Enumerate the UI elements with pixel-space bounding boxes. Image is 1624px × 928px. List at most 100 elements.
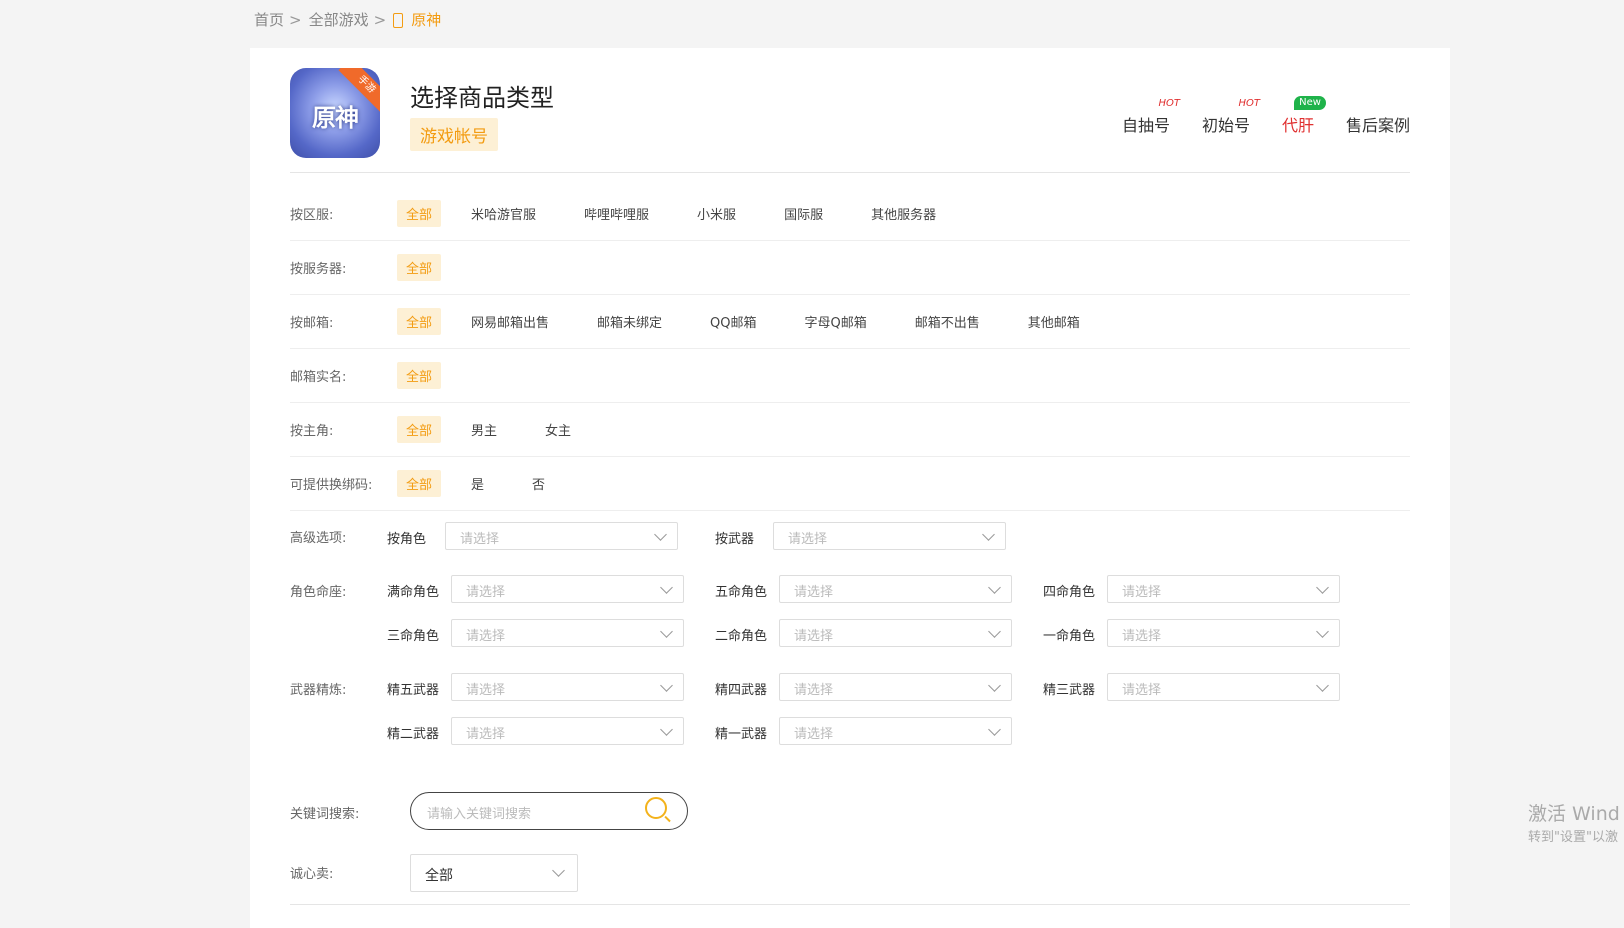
watermark-line2: 转到"设置"以激: [1528, 830, 1618, 845]
constellation-select-c4[interactable]: 请选择: [1107, 575, 1340, 603]
hot-badge: HOT: [1158, 98, 1180, 109]
tab-initial[interactable]: 初始号 HOT: [1201, 98, 1260, 136]
refine-select-r2[interactable]: 请选择: [451, 717, 684, 745]
filter-option[interactable]: 全部: [397, 199, 442, 227]
category-tabs: 自抽号 HOT 初始号 HOT 代肝 New 售后案例: [1121, 96, 1410, 136]
constellation-select-c1[interactable]: 请选择: [1107, 619, 1340, 647]
filter-option[interactable]: 国际服: [784, 204, 823, 223]
select-label: 精五武器: [387, 683, 440, 698]
tab-self-draw[interactable]: 自抽号 HOT: [1121, 98, 1180, 136]
filter-option[interactable]: 是: [471, 474, 484, 493]
filter-option[interactable]: 字母Q邮箱: [805, 312, 867, 331]
constellation-select-c3[interactable]: 请选择: [451, 619, 684, 647]
select-placeholder: 请选择: [1122, 629, 1162, 644]
sincere-sell-select[interactable]: 全部: [410, 854, 578, 892]
chevron-down-icon: [982, 528, 995, 541]
filter-row-rebind-code: 可提供换绑码: 全部 是 否: [290, 456, 1410, 511]
filter-option[interactable]: 女主: [545, 420, 571, 439]
select-label: 满命角色: [387, 585, 440, 600]
search-icon[interactable]: [645, 797, 667, 819]
main-panel: 手游 原神 选择商品类型 游戏帐号 自抽号 HOT 初始号 HOT 代肝 New 售后…: [250, 48, 1450, 928]
chevron-down-icon: [660, 581, 673, 594]
filter-label: 邮箱实名:: [290, 369, 347, 385]
filter-option[interactable]: 其他服务器: [871, 204, 936, 223]
filter-option[interactable]: 全部: [397, 307, 442, 335]
weapon-select-label: 按武器: [715, 532, 755, 547]
select-label: 精二武器: [387, 727, 440, 742]
filter-option[interactable]: 邮箱不出售: [915, 312, 980, 331]
refine-label: 武器精炼:: [290, 683, 347, 698]
chevron-down-icon: [654, 528, 667, 541]
filter-option[interactable]: 否: [532, 474, 545, 493]
page-title: 选择商品类型: [410, 84, 554, 112]
filter-option[interactable]: 哔哩哔哩服: [584, 204, 649, 223]
filter-option[interactable]: 网易邮箱出售: [471, 312, 549, 331]
filter-option[interactable]: 男主: [471, 420, 497, 439]
refine-select-r1[interactable]: 请选择: [779, 717, 1012, 745]
chevron-down-icon: [1316, 679, 1329, 692]
tab-label: 售后案例: [1345, 116, 1410, 135]
chevron-down-icon: [552, 864, 565, 877]
windows-activation-watermark: 激活 Wind 转到"设置"以激: [1528, 802, 1620, 850]
filter-option[interactable]: 米哈游官服: [471, 204, 536, 223]
constellation-select-c6[interactable]: 请选择: [451, 575, 684, 603]
tab-after-sales[interactable]: 售后案例: [1346, 112, 1410, 136]
select-label: 四命角色: [1043, 585, 1096, 600]
filter-label: 按区服:: [290, 207, 334, 223]
chevron-down-icon: [1316, 581, 1329, 594]
filter-option[interactable]: 全部: [397, 415, 442, 443]
weapon-select[interactable]: 请选择: [773, 522, 1006, 550]
select-placeholder: 请选择: [794, 585, 834, 600]
filter-option[interactable]: 全部: [397, 253, 442, 281]
chevron-down-icon: [660, 625, 673, 638]
filter-option[interactable]: 小米服: [697, 204, 736, 223]
select-placeholder: 请选择: [794, 727, 834, 742]
divider: [290, 904, 1410, 905]
chevron-down-icon: [660, 723, 673, 736]
role-select[interactable]: 请选择: [445, 522, 678, 550]
role-select-label: 按角色: [387, 532, 427, 547]
select-label: 精四武器: [715, 683, 768, 698]
chevron-down-icon: [988, 679, 1001, 692]
breadcrumb-all-games[interactable]: 全部游戏: [309, 9, 369, 30]
chevron-down-icon: [1316, 625, 1329, 638]
select-placeholder: 请选择: [466, 683, 506, 698]
refine-select-r3[interactable]: 请选择: [1107, 673, 1340, 701]
filter-option[interactable]: 全部: [397, 361, 442, 389]
select-label: 精三武器: [1043, 683, 1096, 698]
sincere-sell-label: 诚心卖:: [290, 867, 334, 882]
filter-option[interactable]: 全部: [397, 469, 442, 497]
filter-option[interactable]: 邮箱未绑定: [597, 312, 662, 331]
tab-boosting[interactable]: 代肝 New: [1282, 96, 1326, 136]
filter-option[interactable]: QQ邮箱: [710, 312, 756, 331]
select-placeholder: 请选择: [788, 532, 828, 547]
filter-row-email: 按邮箱: 全部 网易邮箱出售 邮箱未绑定 QQ邮箱 字母Q邮箱 邮箱不出售 其他…: [290, 294, 1410, 349]
breadcrumb-home[interactable]: 首页: [254, 9, 284, 30]
advanced-label: 高级选项:: [290, 531, 347, 546]
divider: [290, 172, 1410, 173]
keyword-search-input[interactable]: 请输入关键词搜索: [410, 792, 688, 830]
filter-row-email-realname: 邮箱实名: 全部: [290, 348, 1410, 403]
constellation-select-c2[interactable]: 请选择: [779, 619, 1012, 647]
breadcrumb-current: 原神: [411, 11, 442, 29]
filter-row-protagonist: 按主角: 全部 男主 女主: [290, 402, 1410, 457]
filter-row-server: 按服务器: 全部: [290, 240, 1410, 295]
select-label: 精一武器: [715, 727, 768, 742]
refine-select-r4[interactable]: 请选择: [779, 673, 1012, 701]
filter-option[interactable]: 其他邮箱: [1028, 312, 1080, 331]
product-type-tag[interactable]: 游戏帐号: [410, 118, 498, 151]
tab-label: 自抽号: [1121, 116, 1170, 135]
refine-select-r5[interactable]: 请选择: [451, 673, 684, 701]
breadcrumb-separator: >: [373, 10, 387, 29]
filter-label: 按邮箱:: [290, 315, 334, 331]
filter-row-region: 按区服: 全部 米哈游官服 哔哩哔哩服 小米服 国际服 其他服务器: [290, 186, 1410, 241]
constellation-select-c5[interactable]: 请选择: [779, 575, 1012, 603]
new-badge: New: [1294, 96, 1326, 110]
search-placeholder: 请输入关键词搜索: [427, 807, 532, 822]
select-label: 五命角色: [715, 585, 768, 600]
constellation-label: 角色命座:: [290, 585, 347, 600]
select-label: 二命角色: [715, 629, 768, 644]
select-value: 全部: [425, 868, 453, 884]
tab-label: 初始号: [1201, 116, 1250, 135]
select-placeholder: 请选择: [466, 629, 506, 644]
